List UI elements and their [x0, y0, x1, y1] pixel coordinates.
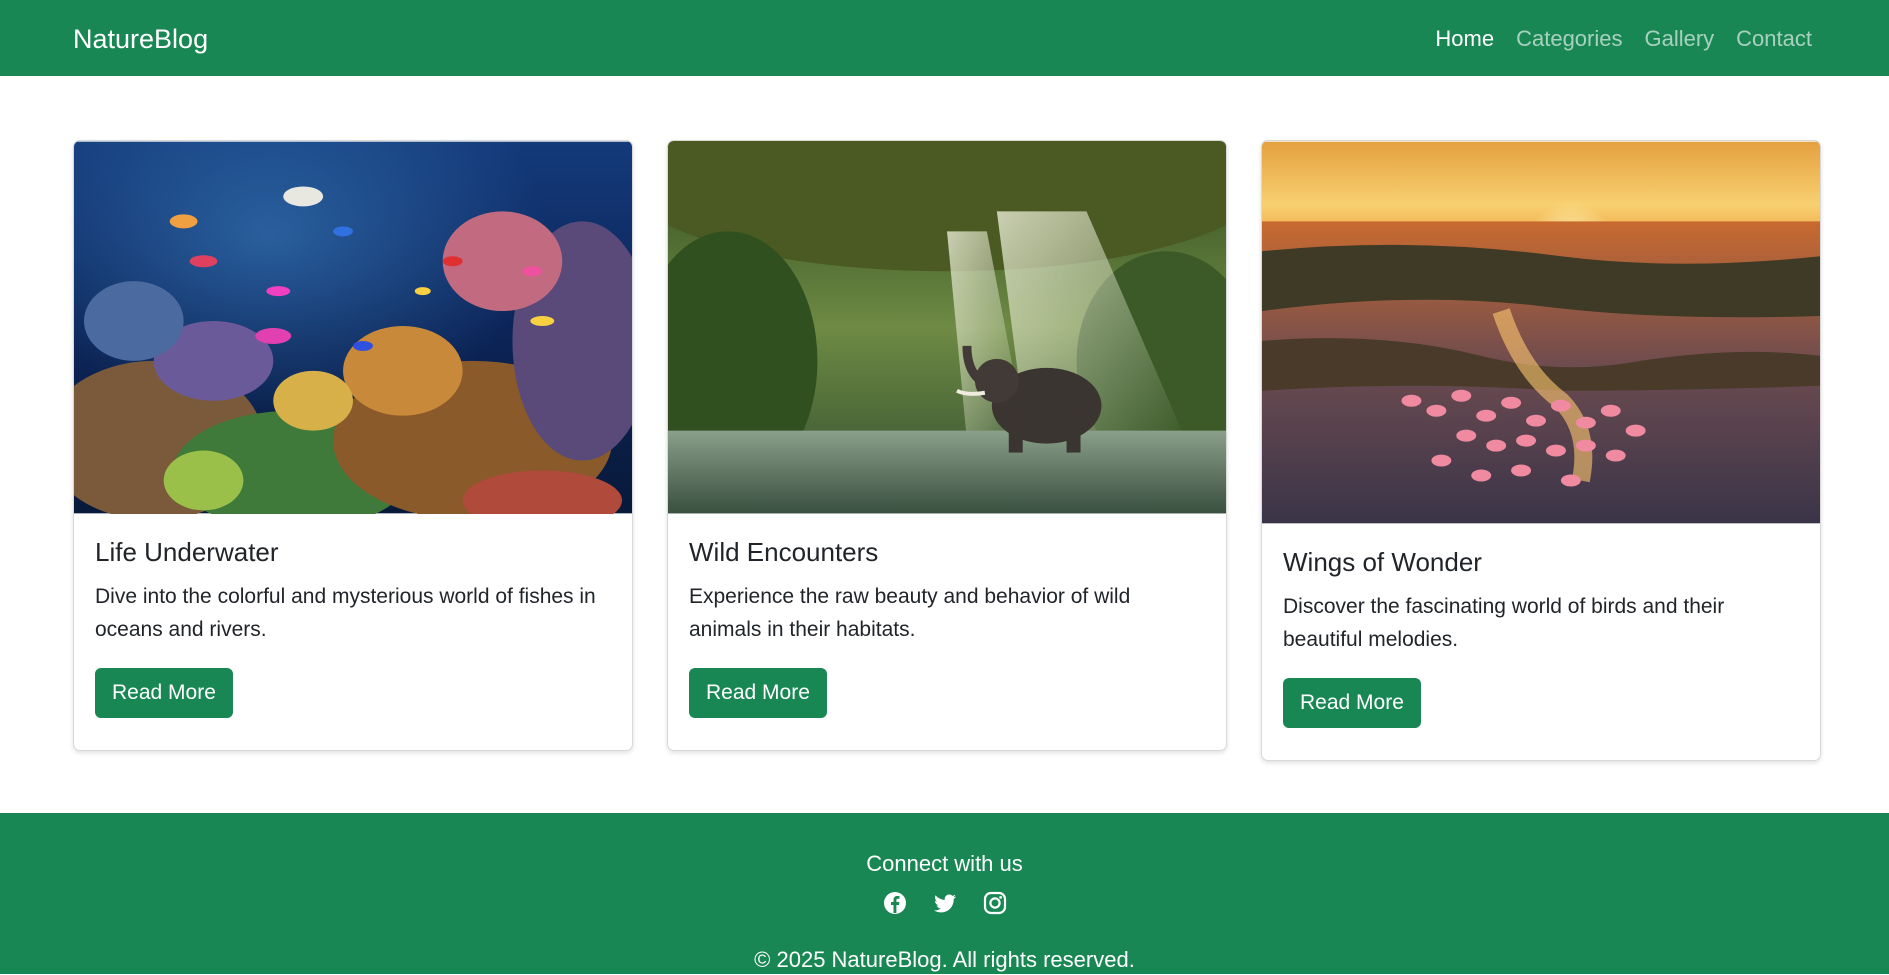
- brand-logo[interactable]: NatureBlog: [73, 22, 208, 56]
- facebook-icon[interactable]: [883, 891, 907, 915]
- footer-heading: Connect with us: [866, 851, 1023, 876]
- nav-categories[interactable]: Categories: [1515, 26, 1623, 51]
- card-title: Life Underwater: [95, 537, 279, 567]
- copyright-text: © 2025 NatureBlog. All rights reserved.: [754, 947, 1135, 972]
- read-more-button[interactable]: Read More: [1283, 678, 1421, 728]
- card-image: [1262, 141, 1820, 524]
- twitter-icon[interactable]: [933, 891, 957, 915]
- instagram-icon[interactable]: [983, 891, 1007, 915]
- card-title: Wings of Wonder: [1283, 547, 1482, 577]
- footer: Connect with us © 2025 NatureBlog. All r…: [0, 813, 1889, 974]
- card-text: Dive into the colorful and mysterious wo…: [95, 585, 596, 641]
- card-image: [668, 141, 1226, 514]
- card-text: Experience the raw beauty and behavior o…: [689, 585, 1131, 641]
- social-links: [0, 891, 1889, 915]
- navbar: NatureBlog Home Categories Gallery Conta…: [0, 0, 1889, 76]
- card-title: Wild Encounters: [689, 537, 879, 567]
- nav-menu: Home Categories Gallery Contact: [1434, 22, 1813, 56]
- nav-contact[interactable]: Contact: [1735, 26, 1813, 51]
- nav-home[interactable]: Home: [1434, 26, 1495, 51]
- nav-gallery[interactable]: Gallery: [1643, 26, 1715, 51]
- card-wings-of-wonder: Wings of Wonder Discover the fascinating…: [1261, 140, 1821, 761]
- card-wild-encounters: Wild Encounters Experience the raw beaut…: [667, 140, 1227, 751]
- card-image: [74, 141, 632, 514]
- card-life-underwater: Life Underwater Dive into the colorful a…: [73, 140, 633, 751]
- read-more-button[interactable]: Read More: [689, 668, 827, 718]
- card-text: Discover the fascinating world of birds …: [1283, 595, 1725, 651]
- read-more-button[interactable]: Read More: [95, 668, 233, 718]
